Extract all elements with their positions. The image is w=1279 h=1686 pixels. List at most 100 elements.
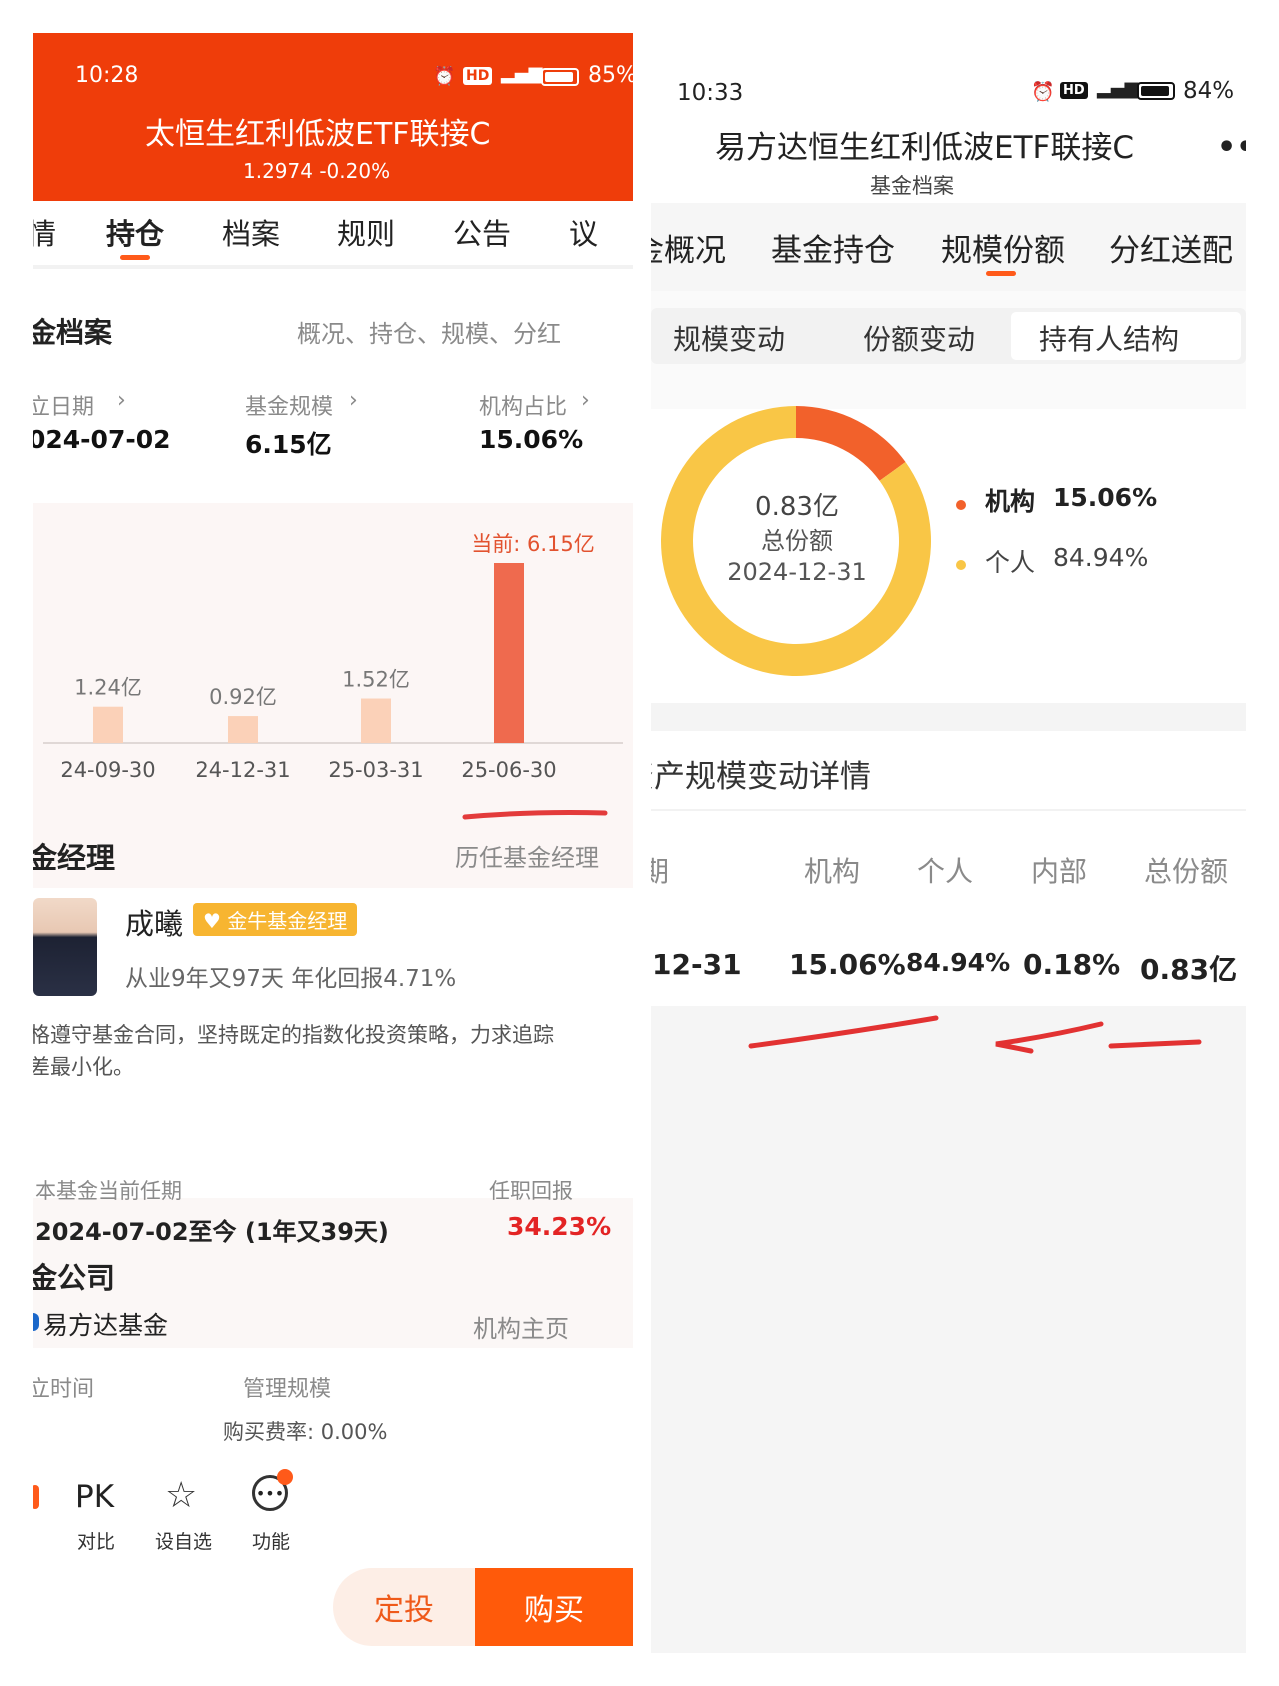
tab-details[interactable]: 情 xyxy=(33,211,56,253)
watchlist-label[interactable]: 设自选 xyxy=(155,1527,212,1554)
fund-header: 10:28 ⏰ HD ▂▄▆ 85% 太恒生红利低波ETF联接C 1.2974 … xyxy=(33,33,633,201)
tab-scale-shares[interactable]: 规模份额 xyxy=(941,225,1065,270)
company-found-label: 立时间 xyxy=(33,1377,95,1402)
stat-value-institution: 15.06% xyxy=(479,425,584,454)
tab-overview[interactable]: 金概况 xyxy=(651,225,726,270)
donut-center-value: 0.83亿 xyxy=(755,492,839,522)
table-cell-period: 12-31 xyxy=(652,948,742,981)
detail-title: 资产规模变动详情 xyxy=(651,759,871,795)
status-time: 10:28 xyxy=(75,63,139,88)
table-header-institution: 机构 xyxy=(804,855,861,888)
tab-profile[interactable]: 档案 xyxy=(222,211,280,253)
tab-discussion[interactable]: 议 xyxy=(569,211,598,253)
alarm-icon: ⏰ xyxy=(1031,81,1055,103)
hd-icon: HD xyxy=(463,67,493,85)
fund-title: 太恒生红利低波ETF联接C xyxy=(145,117,491,152)
function-label[interactable]: 功能 xyxy=(252,1527,290,1554)
table-header-period: 期 xyxy=(651,855,670,888)
tenure-return-label: 任职回报 xyxy=(489,1179,573,1203)
bar-25-06-30[interactable] xyxy=(494,563,524,743)
compare-label[interactable]: 对比 xyxy=(77,1527,115,1554)
active-tab-indicator xyxy=(986,271,1016,276)
stat-label-institution[interactable]: 机构占比 xyxy=(479,389,567,421)
hand-drawn-underline xyxy=(1108,1039,1202,1049)
table-header-individual: 个人 xyxy=(917,855,974,888)
fund-title: 易方达恒生红利低波ETF联接C xyxy=(715,130,1134,166)
donut-center-label: 总份额 xyxy=(761,527,833,555)
hand-drawn-marks xyxy=(748,1015,1202,1054)
more-menu-icon[interactable]: •• xyxy=(1217,130,1246,165)
divider xyxy=(651,809,1246,811)
table-cell-institution: 15.06% xyxy=(789,948,906,981)
legend-individual-value: 84.94% xyxy=(1053,543,1149,572)
x-tick-label: 25-06-30 xyxy=(461,758,556,782)
bar-value-label: 1.24亿 xyxy=(74,676,142,700)
pk-icon[interactable]: PK xyxy=(75,1479,114,1515)
bar-25-03-31[interactable] xyxy=(361,698,391,743)
table-header-internal: 内部 xyxy=(1031,855,1088,888)
donut-slice-0[interactable] xyxy=(796,406,906,481)
star-icon[interactable]: ☆ xyxy=(165,1475,197,1516)
legend-individual-name: 个人 xyxy=(985,548,1036,577)
tab-holdings[interactable]: 基金持仓 xyxy=(771,225,895,270)
company-home-link[interactable]: 机构主页 xyxy=(473,1309,569,1344)
purchase-fee: 购买费率: 0.00% xyxy=(223,1420,388,1444)
profile-title: 金档案 xyxy=(33,316,113,349)
hd-icon: HD xyxy=(1060,82,1088,99)
avatar[interactable] xyxy=(33,898,97,996)
tenure-label: 本基金当前任期 xyxy=(35,1179,182,1203)
tab-rules[interactable]: 规则 xyxy=(337,211,395,253)
right-screenshot: 10:33 ⏰ HD ▂▄▆ 84% 易方达恒生红利低波ETF联接C 基金档案 … xyxy=(651,68,1246,1653)
segment-share-change[interactable]: 份额变动 xyxy=(863,318,975,358)
bar-value-label: 当前: 6.15亿 xyxy=(471,532,595,556)
fund-subtitle: 基金档案 xyxy=(870,174,954,198)
stat-value-found: 024-07-02 xyxy=(33,425,171,454)
x-tick-label: 25-03-31 xyxy=(328,758,423,782)
badge-dot-icon xyxy=(277,1469,293,1485)
table-cell-individual: 84.94% xyxy=(906,948,1011,977)
buy-button[interactable]: 购买 xyxy=(475,1568,633,1646)
divider xyxy=(33,265,633,269)
table-cell-total: 0.83亿 xyxy=(1140,953,1238,986)
fixed-invest-button[interactable]: 定投 xyxy=(333,1568,475,1646)
bar-24-09-30[interactable] xyxy=(93,706,123,743)
legend-institution-name: 机构 xyxy=(985,487,1036,516)
manager-title: 金经理 xyxy=(33,841,116,875)
hand-drawn-arrow xyxy=(995,1021,1104,1054)
company-title: 金公司 xyxy=(33,1261,116,1295)
tenure-return-value: 34.23% xyxy=(507,1212,612,1241)
battery-icon xyxy=(541,68,579,86)
tab-announcements[interactable]: 公告 xyxy=(453,211,511,253)
hand-drawn-underline xyxy=(748,1015,939,1049)
chevron-right-icon: › xyxy=(581,388,590,413)
manager-name[interactable]: 成曦 xyxy=(125,901,183,943)
x-tick-label: 24-09-30 xyxy=(60,758,155,782)
stat-label-scale[interactable]: 基金规模 xyxy=(245,389,333,421)
scale-chart-area: 1.24亿 24-09-30 0.92亿 24-12-31 1.52亿 25-03-31 当… xyxy=(33,503,633,888)
tab-dividends[interactable]: 分红送配 xyxy=(1109,225,1233,270)
profile-links[interactable]: 概况、持仓、规模、分红 xyxy=(297,314,561,349)
company-name[interactable]: 易方达基金 xyxy=(43,1306,168,1342)
table-header-total: 总份额 xyxy=(1144,855,1229,888)
left-screenshot: 10:28 ⏰ HD ▂▄▆ 85% 太恒生红利低波ETF联接C 1.2974 … xyxy=(33,33,633,1653)
hand-drawn-underline xyxy=(462,810,608,820)
table-cell-internal: 0.18% xyxy=(1023,948,1121,981)
manager-experience: 从业9年又97天 年化回报4.71% xyxy=(125,966,457,992)
manager-history-link[interactable]: 历任基金经理 xyxy=(455,838,599,873)
bar-24-12-31[interactable] xyxy=(228,716,258,743)
chevron-right-icon: › xyxy=(349,388,358,413)
company-scale-label: 管理规模 xyxy=(243,1377,332,1402)
segment-holder-structure[interactable]: 持有人结构 xyxy=(1039,318,1179,358)
stat-label-found[interactable]: 立日期 xyxy=(33,389,94,421)
manager-desc-line2: 差最小化。 xyxy=(33,1055,134,1079)
manager-desc-line1: 格遵守基金合同，坚持既定的指数化投资策略，力求追踪 xyxy=(33,1023,554,1047)
legend-institution-value: 15.06% xyxy=(1053,483,1158,512)
stat-value-scale: 6.15亿 xyxy=(245,430,332,459)
status-time: 10:33 xyxy=(677,80,744,106)
tenure-value: 2024-07-02至今 (1年又39天) xyxy=(35,1218,389,1246)
notification-dot-icon xyxy=(33,1485,39,1509)
battery-icon xyxy=(1137,82,1175,100)
battery-level: 85% xyxy=(588,63,633,88)
tab-holdings[interactable]: 持仓 xyxy=(106,211,164,253)
segment-scale-change[interactable]: 规模变动 xyxy=(673,318,785,358)
